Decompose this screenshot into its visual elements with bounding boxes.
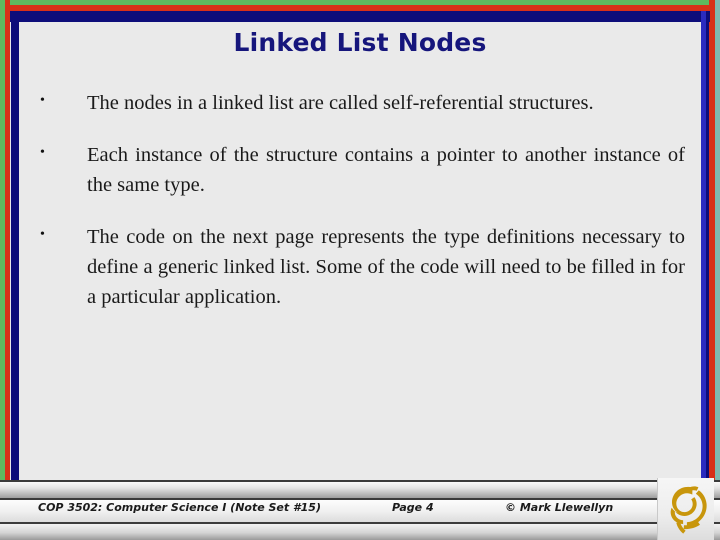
slide-content-area: Linked List Nodes The nodes in a linked … — [19, 22, 701, 480]
border-band-right-red — [709, 0, 715, 528]
page-title: Linked List Nodes — [233, 28, 487, 57]
border-frame-navy-right — [706, 11, 709, 528]
bullet-point-icon — [40, 140, 87, 160]
footer-gradient-band-bottom — [0, 524, 720, 540]
ucf-pegasus-logo — [657, 478, 714, 540]
footer-gradient-band-top — [0, 482, 720, 498]
list-item-text: The code on the next page represents the… — [87, 226, 685, 308]
border-frame-blue-right — [701, 11, 709, 528]
footer-rule-top — [0, 480, 720, 482]
border-band-top-green — [0, 0, 720, 5]
footer-page-number: Page 4 — [392, 501, 434, 514]
footer-copyright: © Mark Llewellyn — [505, 501, 614, 514]
list-item: The code on the next page represents the… — [40, 222, 685, 312]
bullet-point-icon — [40, 222, 87, 242]
bullet-point-icon — [40, 88, 87, 108]
border-band-right-teal — [715, 0, 720, 528]
footer-course-label: COP 3502: Computer Science I (Note Set #… — [38, 501, 321, 514]
border-band-top-red — [0, 5, 720, 11]
border-band-left-green — [0, 0, 5, 528]
list-item-text: The nodes in a linked list are called se… — [87, 92, 594, 114]
bullet-list: The nodes in a linked list are called se… — [40, 88, 685, 312]
list-item: The nodes in a linked list are called se… — [40, 88, 685, 118]
border-frame-navy-top — [10, 11, 710, 22]
border-frame-navy-left — [11, 11, 19, 528]
slide: Linked List Nodes The nodes in a linked … — [0, 0, 720, 540]
list-item: Each instance of the structure contains … — [40, 140, 685, 200]
list-item-text: Each instance of the structure contains … — [87, 144, 685, 196]
border-band-left-red — [5, 0, 10, 528]
slide-footer: COP 3502: Computer Science I (Note Set #… — [0, 478, 720, 540]
